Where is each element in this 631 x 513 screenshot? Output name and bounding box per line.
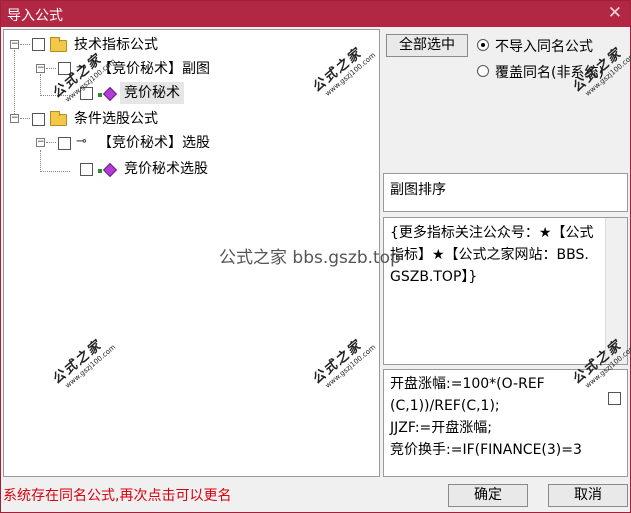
tree-connector <box>46 68 56 69</box>
collapse-icon[interactable]: − <box>10 114 19 123</box>
folder-icon <box>50 37 67 52</box>
collapse-icon[interactable]: − <box>10 40 19 49</box>
checkbox[interactable] <box>32 113 45 126</box>
formula-gem-icon <box>102 162 118 178</box>
tree-connector <box>20 118 30 119</box>
key-icon: ⊸ <box>76 134 87 149</box>
scrollbar[interactable] <box>605 218 627 364</box>
tree-connector <box>46 142 56 143</box>
ok-button[interactable]: 确定 <box>448 484 528 507</box>
formula-tree: − 技术指标公式 − ⊸ 【竞价秘术】副图 竞价秘术 − 条件选股公式 − ⊸ … <box>3 29 380 477</box>
formula-line: JJZF:=开盘涨幅; <box>390 420 492 436</box>
formula-gem-icon <box>102 86 118 102</box>
tree-connector <box>20 44 30 45</box>
tree-node-jingjia-mishu[interactable]: 竞价秘术 <box>4 82 244 104</box>
tree-node-fubtu[interactable]: − ⊸ 【竞价秘术】副图 <box>4 58 244 80</box>
tree-node-label: 【竞价秘术】选股 <box>98 135 210 151</box>
description-panel[interactable]: {更多指标关注公众号：★【公式指标】★【公式之家网站：BBS.GSZB.TOP】… <box>383 217 628 365</box>
formula-text: 开盘涨幅:=100*(O-REF (C,1))/REF(C,1); JJZF:=… <box>390 373 593 461</box>
tree-node-label: 竞价秘术 <box>120 82 184 104</box>
collapse-icon[interactable]: − <box>36 64 45 73</box>
formula-dot-icon <box>98 93 102 97</box>
status-message: 系统存在同名公式,再次点击可以更名 <box>3 488 232 504</box>
cancel-button[interactable]: 取消 <box>548 484 628 507</box>
tree-node-label: 条件选股公式 <box>74 111 158 127</box>
close-icon[interactable]: ✕ <box>608 3 622 23</box>
formula-line: (C,1))/REF(C,1); <box>390 398 500 414</box>
window-title: 导入公式 <box>7 8 63 24</box>
radio-overwrite-label[interactable]: 覆盖同名(非系统) <box>495 62 604 82</box>
checkbox[interactable] <box>32 38 45 51</box>
radio-overwrite[interactable] <box>477 65 489 77</box>
formula-dot-icon <box>98 169 102 173</box>
tree-node-technical-indicators[interactable]: − 技术指标公式 <box>4 34 204 56</box>
tree-node-label: 竞价秘术选股 <box>124 161 208 177</box>
collapse-icon[interactable]: − <box>36 138 45 147</box>
tree-node-label: 【竞价秘术】副图 <box>98 61 210 77</box>
checkbox[interactable] <box>80 163 93 176</box>
tree-node-condition-select[interactable]: − 条件选股公式 <box>4 108 204 130</box>
title-bar: 导入公式 ✕ <box>1 1 630 27</box>
tree-node-xuangu[interactable]: − ⊸ 【竞价秘术】选股 <box>4 132 244 154</box>
formula-panel[interactable]: 开盘涨幅:=100*(O-REF (C,1))/REF(C,1); JJZF:=… <box>383 369 628 477</box>
description-text: {更多指标关注公众号：★【公式指标】★【公式之家网站：BBS.GSZB.TOP】… <box>390 225 594 285</box>
tree-node-label: 技术指标公式 <box>74 37 158 53</box>
formula-line: 开盘涨幅:=100*(O-REF <box>390 376 545 392</box>
sort-panel-label: 副图排序 <box>390 182 446 198</box>
select-all-button[interactable]: 全部选中 <box>386 34 468 57</box>
import-formula-dialog: 导入公式 ✕ − 技术指标公式 − ⊸ 【竞价秘术】副图 竞价秘术 − 条件选股… <box>0 0 631 513</box>
sort-panel: 副图排序 <box>383 173 628 212</box>
checkbox[interactable] <box>58 137 71 150</box>
checkbox[interactable] <box>80 87 93 100</box>
tree-node-jingjia-xuangu[interactable]: 竞价秘术选股 <box>4 158 244 180</box>
checkbox[interactable] <box>58 62 71 75</box>
radio-skip-same-name[interactable] <box>477 39 489 51</box>
key-icon: ⊸ <box>76 60 87 75</box>
formula-line: 竞价换手:=IF(FINANCE(3)=3 <box>390 442 582 458</box>
folder-icon <box>50 111 67 126</box>
formula-checkbox[interactable] <box>608 392 621 405</box>
radio-skip-label[interactable]: 不导入同名公式 <box>495 36 593 56</box>
